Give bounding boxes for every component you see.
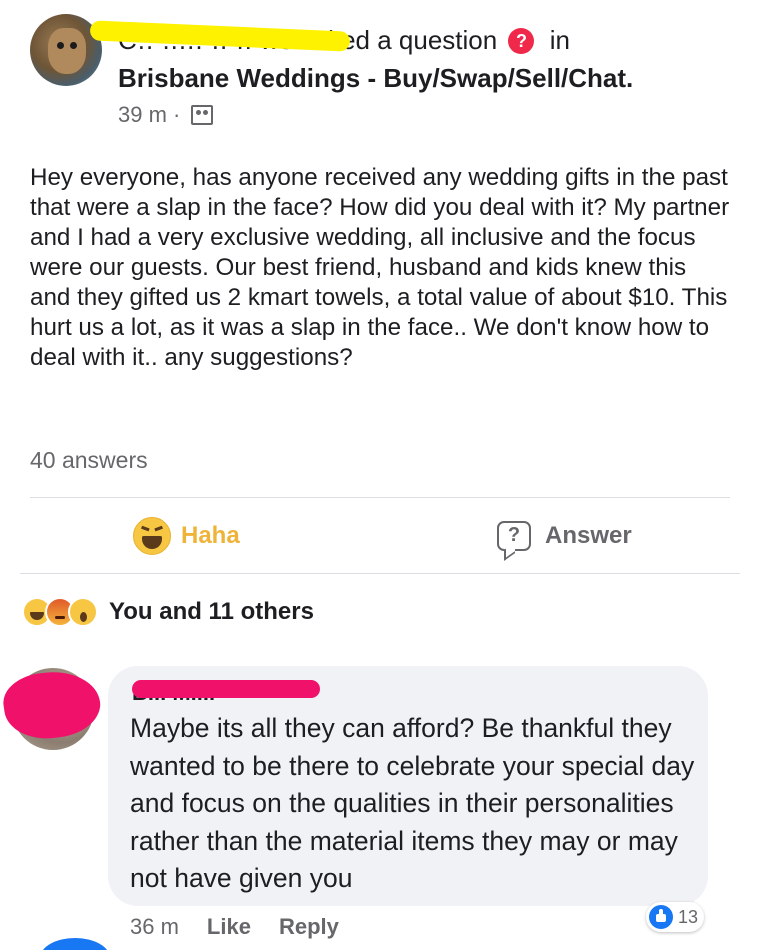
in-text: in [549,25,570,55]
answer-bubble-icon: ? [497,521,531,551]
action-bar: Haha ? Answer [0,500,760,572]
comment-bubble: B... M.... Maybe its all they can afford… [108,666,708,906]
group-members-icon [190,105,213,125]
redaction-mark [0,665,105,745]
redaction-mark [132,680,320,698]
reply-link[interactable]: Reply [279,914,339,940]
like-count-badge[interactable]: 13 [646,902,705,932]
reactions-summary-text: You and 11 others [109,598,314,625]
like-count: 13 [678,906,699,927]
comment-time[interactable]: 36 m [130,914,179,940]
group-name-link[interactable]: Brisbane Weddings - Buy/Swap/Sell/Chat. [118,62,633,94]
wow-icon [68,597,98,627]
comment-meta: 36 m Like Reply [130,914,367,940]
answer-label: Answer [545,522,632,549]
haha-icon [133,517,171,555]
thumbs-up-icon [649,905,673,929]
haha-button[interactable]: Haha [133,500,240,572]
like-link[interactable]: Like [207,914,251,940]
divider [20,573,740,574]
post-meta: 39 m · [118,101,213,129]
question-mark-icon: ? [508,28,535,54]
reaction-summary[interactable]: You and 11 others [22,594,314,630]
haha-label: Haha [181,522,240,549]
post-header: C.. ..... .. .. we asked a question ? in… [0,0,760,140]
next-comment-avatar[interactable] [40,938,110,950]
comment-text: Maybe its all they can afford? Be thankf… [130,713,695,893]
divider [30,497,730,498]
answers-count[interactable]: 40 answers [30,447,148,474]
answer-button[interactable]: ? Answer [497,500,632,572]
post-time[interactable]: 39 m [118,102,167,127]
post-body: Hey everyone, has anyone received any we… [30,164,730,371]
